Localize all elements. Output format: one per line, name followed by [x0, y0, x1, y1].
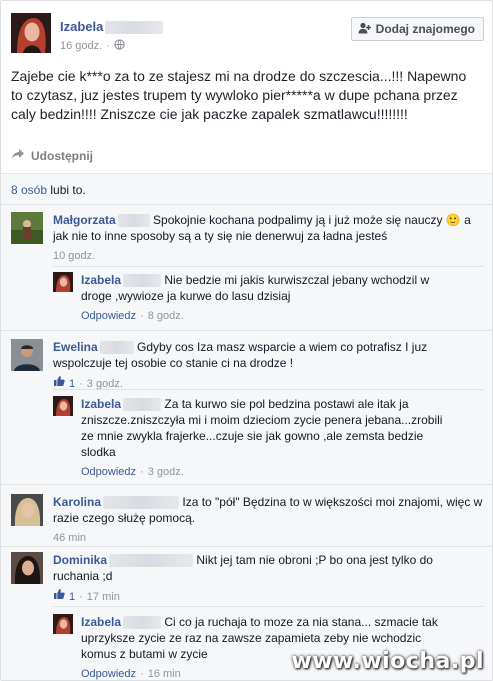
author-name-text[interactable]: Izabela	[60, 19, 103, 34]
add-friend-label: Dodaj znajomego	[375, 22, 475, 36]
globe-icon[interactable]	[114, 39, 125, 53]
comment-body: Karolina Iza to "pół" Będzina to w więks…	[53, 494, 483, 546]
blurred-surname	[109, 554, 194, 568]
divider	[1, 484, 492, 485]
divider	[1, 204, 492, 205]
share-button[interactable]: Udostępnij	[11, 148, 93, 163]
post-header: Izabela 16 godz. · Dodaj znajomego	[11, 13, 484, 59]
comment-like-count[interactable]: 1	[69, 589, 75, 605]
reply-actions: Odpowiedz · 8 godz.	[81, 308, 455, 324]
commenter-name-text[interactable]: Dominika	[53, 553, 107, 567]
comment-text-line: Ewelina Gdyby cos Iza masz wsparcie a wi…	[53, 339, 483, 371]
likes-summary: 8 osób lubi to.	[11, 183, 86, 197]
commenter-name[interactable]: Dominika	[53, 553, 194, 568]
post-text: Zajebe cie k***o za to ze stajesz mi na …	[11, 68, 467, 122]
blurred-surname	[123, 616, 162, 630]
reply-link[interactable]: Odpowiedz	[81, 308, 136, 324]
separator-dot: ·	[79, 590, 83, 603]
comment-body: Dominika Nikt jej tam nie obroni ;P bo o…	[53, 552, 453, 605]
divider	[53, 606, 484, 607]
reply-timestamp[interactable]: 8 godz.	[148, 308, 184, 324]
reply-timestamp[interactable]: 16 min	[148, 666, 181, 680]
comment-timestamp[interactable]: 46 min	[53, 530, 86, 546]
reply-actions: Odpowiedz · 3 godz.	[81, 464, 455, 480]
reply-link[interactable]: Odpowiedz	[81, 464, 136, 480]
separator-dot: ·	[140, 310, 144, 322]
blurred-surname	[123, 398, 162, 412]
separator-dot: ·	[140, 668, 144, 680]
comment-body: Małgorzata Spokojnie kochana podpalimy j…	[53, 212, 483, 264]
comment-actions: 10 godz.	[53, 248, 483, 264]
commenter-avatar[interactable]	[11, 552, 43, 584]
author-avatar[interactable]	[11, 13, 51, 53]
reply-text-line: Izabela Nie bedzie mi jakis kurwiszczal …	[81, 272, 455, 304]
blurred-surname	[99, 341, 134, 355]
comment-timestamp[interactable]: 17 min	[87, 589, 120, 605]
comment-actions: 1 · 17 min	[53, 588, 453, 605]
divider	[1, 330, 492, 331]
post-timestamp[interactable]: 16 godz.	[60, 40, 102, 52]
commenter-name[interactable]: Małgorzata	[53, 213, 150, 228]
separator-dot: ·	[106, 40, 110, 52]
post-meta: 16 godz. ·	[60, 39, 125, 53]
comment-text-line: Karolina Iza to "pół" Będzina to w więks…	[53, 494, 483, 526]
reply-avatar[interactable]	[53, 396, 73, 416]
facebook-post: Izabela 16 godz. · Dodaj znajomego Zajeb…	[0, 0, 493, 681]
add-friend-button[interactable]: Dodaj znajomego	[350, 17, 484, 41]
blurred-surname	[123, 274, 162, 288]
reply-author-name-text[interactable]: Izabela	[81, 615, 121, 629]
reply-author-name-text[interactable]: Izabela	[81, 273, 121, 287]
comment-body: Ewelina Gdyby cos Iza masz wsparcie a wi…	[53, 339, 483, 392]
commenter-name[interactable]: Karolina	[53, 495, 180, 510]
commenter-name[interactable]: Ewelina	[53, 340, 134, 355]
comments-section: 8 osób lubi to. Małgorzata Spokojnie koc…	[1, 173, 492, 680]
share-label: Udostępnij	[31, 148, 93, 163]
reply-timestamp[interactable]: 3 godz.	[148, 464, 184, 480]
reply-link[interactable]: Odpowiedz	[81, 666, 136, 680]
divider	[1, 546, 492, 547]
commenter-name-text[interactable]: Małgorzata	[53, 213, 116, 227]
share-icon	[11, 148, 25, 163]
comment-text-line: Dominika Nikt jej tam nie obroni ;P bo o…	[53, 552, 453, 584]
reply-text-line: Izabela Za ta kurwo sie pol bedzina post…	[81, 396, 455, 460]
comment-timestamp[interactable]: 10 godz.	[53, 248, 95, 264]
add-friend-icon	[358, 22, 371, 37]
likes-count-link[interactable]: 8 osób	[11, 183, 47, 197]
blurred-surname	[117, 214, 150, 228]
reply-author-name[interactable]: Izabela	[81, 397, 162, 412]
author-name[interactable]: Izabela	[60, 19, 164, 35]
reply-body: Izabela Nie bedzie mi jakis kurwiszczal …	[81, 272, 455, 324]
reply-author-name[interactable]: Izabela	[81, 273, 162, 288]
reply-author-name[interactable]: Izabela	[81, 615, 162, 630]
comment-actions: 46 min	[53, 530, 483, 546]
separator-dot: ·	[140, 466, 144, 478]
comment-text-line: Małgorzata Spokojnie kochana podpalimy j…	[53, 212, 483, 244]
reply-avatar[interactable]	[53, 272, 73, 292]
divider	[53, 389, 484, 390]
commenter-avatar[interactable]	[11, 212, 43, 244]
reply-avatar[interactable]	[53, 614, 73, 634]
likes-suffix: lubi to.	[47, 183, 86, 197]
site-watermark: www.wiocha.pl	[291, 649, 484, 674]
reply-author-name-text[interactable]: Izabela	[81, 397, 121, 411]
blurred-surname	[103, 496, 180, 510]
divider	[53, 266, 484, 267]
commenter-avatar[interactable]	[11, 339, 43, 371]
blurred-surname	[105, 21, 164, 35]
reply-body: Izabela Za ta kurwo sie pol bedzina post…	[81, 396, 455, 480]
commenter-name-text[interactable]: Karolina	[53, 495, 101, 509]
commenter-name-text[interactable]: Ewelina	[53, 340, 98, 354]
commenter-avatar[interactable]	[11, 494, 43, 526]
like-thumb-icon[interactable]	[53, 588, 65, 605]
